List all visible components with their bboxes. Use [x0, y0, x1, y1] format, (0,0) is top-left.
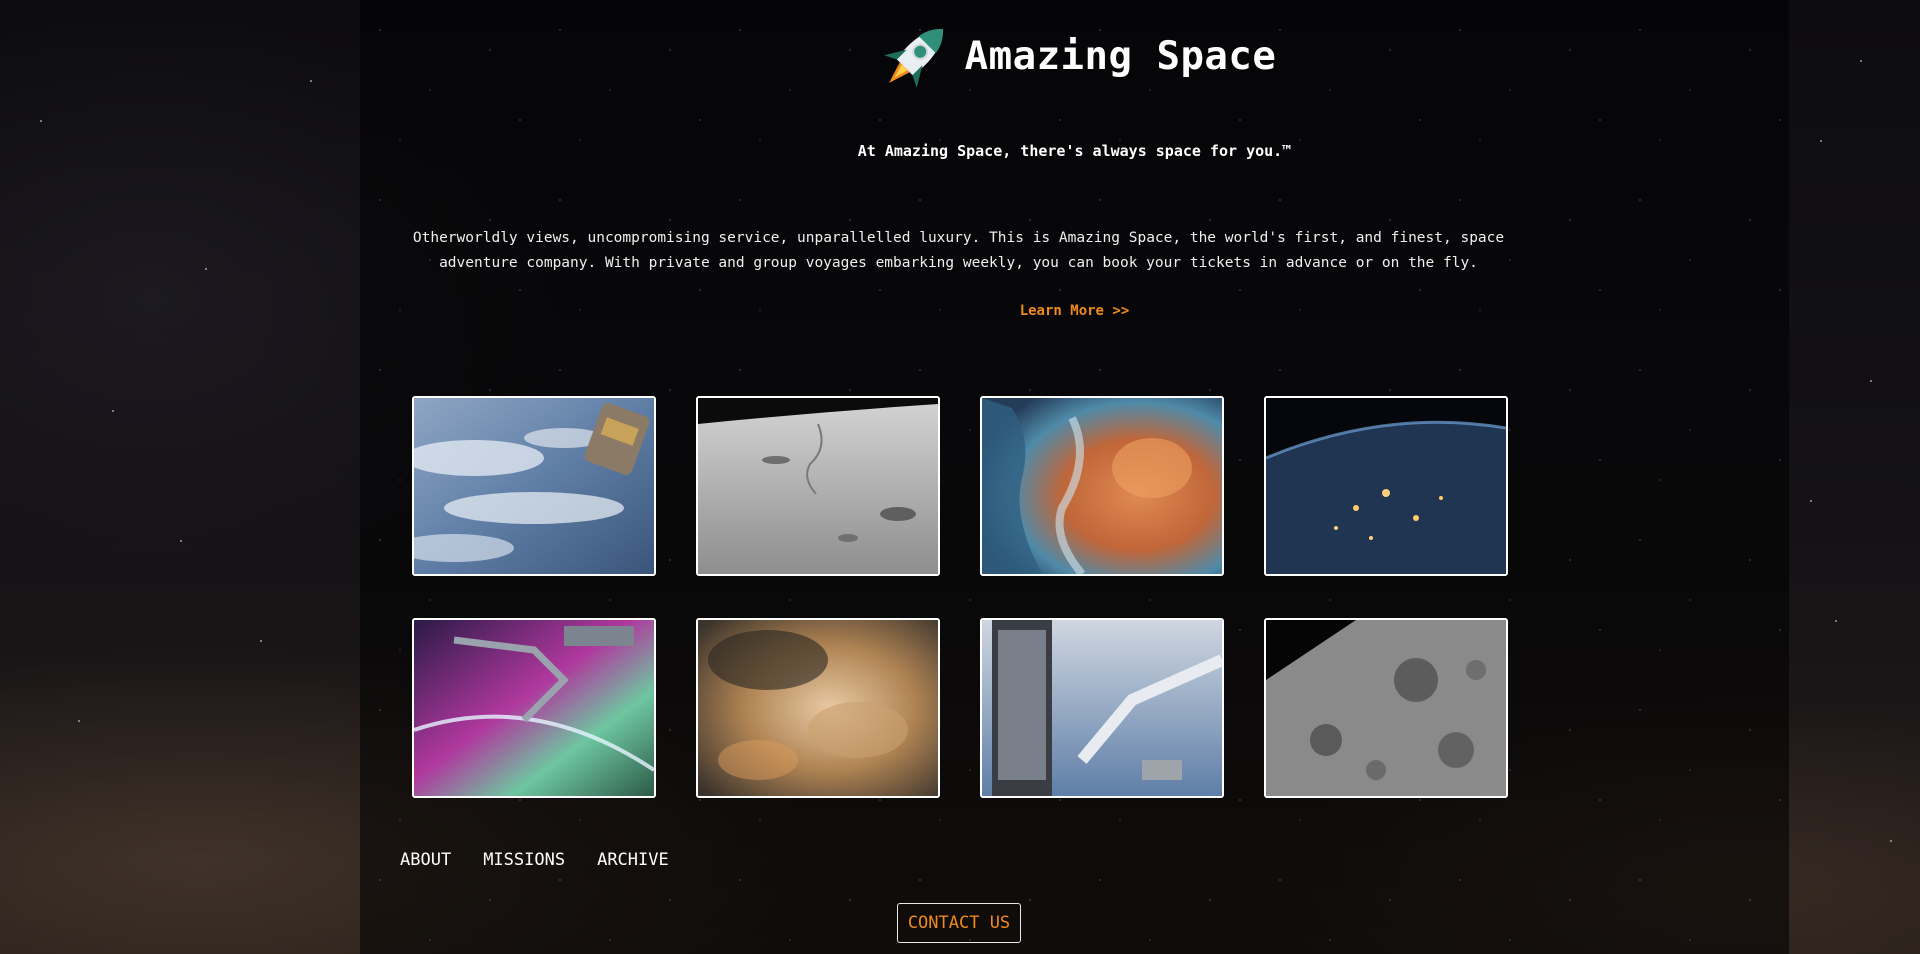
- rocket-icon: [883, 29, 943, 88]
- gallery-image-earth-clouds[interactable]: [412, 396, 656, 576]
- main-nav: ABOUT MISSIONS ARCHIVE: [400, 850, 669, 870]
- hubble-telescope-image: [982, 620, 1222, 796]
- intro-description: Otherworldly views, uncompromising servi…: [412, 230, 1505, 271]
- gallery-image-orion-nebula[interactable]: [696, 618, 940, 798]
- earth-clouds-image: [414, 398, 654, 574]
- main-panel: Amazing Space At Amazing Space, there's …: [360, 0, 1789, 954]
- gallery-image-aurora[interactable]: [412, 618, 656, 798]
- earth-night-image: [1266, 398, 1506, 574]
- contact-us-button[interactable]: CONTACT US: [897, 903, 1021, 943]
- tagline: At Amazing Space, there's always space f…: [857, 142, 1292, 160]
- gallery-image-moon-craters[interactable]: [1264, 618, 1508, 798]
- nav-missions[interactable]: MISSIONS: [483, 850, 565, 870]
- nav-about[interactable]: ABOUT: [400, 850, 451, 870]
- gallery-image-lunar-surface[interactable]: [696, 396, 940, 576]
- moon-craters-image: [1266, 620, 1506, 796]
- site-header: Amazing Space: [360, 14, 1789, 98]
- colorful-nebula-image: [982, 398, 1222, 574]
- image-gallery: [412, 396, 1508, 798]
- site-title: Amazing Space: [964, 33, 1277, 79]
- orion-nebula-image: [698, 620, 938, 796]
- aurora-robotic-arm-image: [414, 620, 654, 796]
- gallery-image-hubble[interactable]: [980, 618, 1224, 798]
- learn-more-link[interactable]: Learn More >>: [360, 303, 1789, 319]
- lunar-surface-image: [698, 398, 938, 574]
- gallery-image-nebula[interactable]: [980, 396, 1224, 576]
- nav-archive[interactable]: ARCHIVE: [597, 850, 669, 870]
- gallery-image-earth-night[interactable]: [1264, 396, 1508, 576]
